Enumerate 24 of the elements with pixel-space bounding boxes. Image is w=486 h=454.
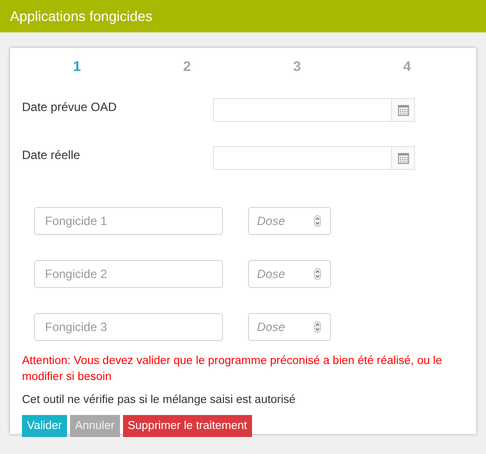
step-tab[interactable]: 4 <box>403 58 411 74</box>
date-field[interactable] <box>213 146 415 170</box>
warning-text: Attention: Vous devez valider que le programme préconisé a bien été réalisé, ou le modifier si besoin <box>22 354 444 385</box>
fungicide-field[interactable]: Fongicide 1 <box>34 206 223 234</box>
fungicide-field[interactable]: Fongicide 3 <box>34 312 223 340</box>
date-field[interactable] <box>213 98 415 122</box>
step-tab[interactable]: 3 <box>293 58 301 74</box>
step-tab[interactable]: 2 <box>183 58 191 74</box>
calendar-icon[interactable] <box>398 104 408 116</box>
step-tab[interactable]: 1 <box>73 58 81 74</box>
dose-field[interactable]: Dose <box>248 312 331 340</box>
spinner-icon[interactable] <box>314 268 321 280</box>
field-label: Date prévue OAD <box>22 99 118 114</box>
page-title: Applications fongicides <box>10 8 152 24</box>
calendar-icon[interactable] <box>398 152 408 164</box>
note-text: Cet outil ne vérifie pas si le mélange saisi est autorisé <box>22 394 297 406</box>
validate-button[interactable]: Valider <box>22 415 67 437</box>
spinner-icon[interactable] <box>314 320 321 332</box>
field-label: Date réelle <box>22 147 82 162</box>
fungicide-field[interactable]: Fongicide 2 <box>34 260 223 288</box>
dose-field[interactable]: Dose <box>248 206 331 234</box>
delete-button[interactable]: Supprimer le traitement <box>122 415 252 437</box>
dose-field[interactable]: Dose <box>248 260 331 288</box>
spinner-icon[interactable] <box>314 214 321 226</box>
